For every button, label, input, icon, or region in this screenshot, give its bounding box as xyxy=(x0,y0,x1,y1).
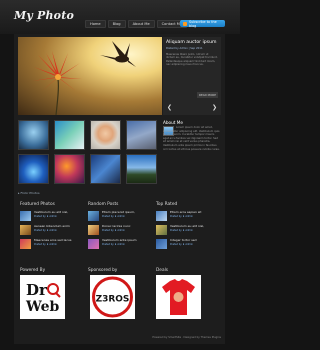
post-thumbnail[interactable] xyxy=(88,211,99,221)
about-me-widget: About Me Lorem ipsum dolor sit amet, con… xyxy=(163,120,221,151)
gallery-thumb-2[interactable] xyxy=(54,120,85,150)
sponsored-by-title: Sponsored by xyxy=(88,268,118,273)
post-meta: Posted by ♦ Admin xyxy=(34,228,57,232)
gallery-thumb-5[interactable] xyxy=(18,154,49,184)
post-thumbnail[interactable] xyxy=(156,211,167,221)
list-item[interactable]: Vestibulum eu elit nisl, Posted by ♦ Adm… xyxy=(156,224,218,236)
list-item[interactable]: Vestibulum ante ipsum Posted by ♦ Admin xyxy=(88,238,150,250)
list-item[interactable]: Integer tortor sed Posted by ♦ Admin xyxy=(156,238,218,250)
post-thumbnail[interactable] xyxy=(88,239,99,249)
post-meta: Posted by ♦ Admin xyxy=(102,228,125,232)
about-text: Lorem ipsum dolor sit amet, consectetur … xyxy=(163,126,220,151)
subscribe-button[interactable]: Subscribe to the blog xyxy=(180,19,225,28)
top-rated-column: Top Rated Etiam eros sapien sit Posted b… xyxy=(156,202,218,253)
prev-arrow-icon[interactable]: ❮ xyxy=(167,105,172,111)
gallery-thumb-4[interactable] xyxy=(126,120,157,150)
post-thumbnail[interactable] xyxy=(20,211,31,221)
slide-title[interactable]: Aliquam auctor ipsum xyxy=(166,40,218,45)
featured-photos-column: Featured Photos Vestibulum eu elit nisl,… xyxy=(20,202,82,253)
post-meta: Posted by ♦ Admin xyxy=(170,214,193,218)
column-title: Random Posts xyxy=(88,202,119,207)
svg-text:Dr: Dr xyxy=(26,281,48,299)
red-tshirt-image xyxy=(162,279,195,315)
gallery-thumb-7[interactable] xyxy=(90,154,121,184)
deal-ad[interactable] xyxy=(156,275,201,319)
list-item[interactable]: Etiam eros sapien sit Posted by ♦ Admin xyxy=(156,210,218,222)
slide-excerpt: Maecenas libero justo, rutrum ut dictum … xyxy=(166,53,218,67)
drweb-ad[interactable]: Dr Web xyxy=(20,275,65,319)
subscribe-label: Subscribe to the blog xyxy=(188,19,217,28)
list-item[interactable]: Etiam placerat ipsum, Posted by ♦ Admin xyxy=(88,210,150,222)
main-nav: Home Blog About Me Contact Me xyxy=(85,20,188,28)
post-thumbnail[interactable] xyxy=(20,225,31,235)
gallery-thumb-6[interactable] xyxy=(54,154,85,184)
post-thumbnail[interactable] xyxy=(20,239,31,249)
list-item[interactable]: Donec lacinia nunc Posted by ♦ Admin xyxy=(88,224,150,236)
powered-by-title: Powered By xyxy=(20,268,46,273)
post-meta: Posted by ♦ Admin xyxy=(34,214,57,218)
slide-meta: Posted by Admin | Sep 2011 xyxy=(166,47,203,50)
footer-credit: Powered by SmartSite · Designed by Theme… xyxy=(152,336,221,339)
svg-text:Web: Web xyxy=(25,299,59,315)
svg-text:Z3ROS: Z3ROS xyxy=(96,295,130,305)
deals-title: Deals xyxy=(156,268,169,273)
about-title: About Me xyxy=(163,120,183,125)
post-meta: Posted by ♦ Admin xyxy=(102,242,125,246)
post-thumbnail[interactable] xyxy=(156,225,167,235)
hummingbird-flower-photo xyxy=(32,41,136,115)
list-item[interactable]: Aenean bibendum enim Posted by ♦ Admin xyxy=(20,224,82,236)
gallery-thumb-1[interactable] xyxy=(18,120,49,150)
next-arrow-icon[interactable]: ❯ xyxy=(212,105,217,111)
rss-icon xyxy=(183,21,187,26)
list-item[interactable]: Vestibulum eu elit nisl, Posted by ♦ Adm… xyxy=(20,210,82,222)
list-item[interactable]: Maecenas eros sed lacus Posted by ♦ Admi… xyxy=(20,238,82,250)
slide-info-panel: Aliquam auctor ipsum Posted by Admin | S… xyxy=(163,37,221,115)
post-meta: Posted by ♦ Admin xyxy=(34,242,57,246)
post-meta: Posted by ♦ Admin xyxy=(170,242,193,246)
drweb-logo-image: Dr Web xyxy=(25,281,61,315)
z3ros-logo-image: Z3ROS xyxy=(92,276,133,318)
post-thumbnail[interactable] xyxy=(156,239,167,249)
post-meta: Posted by ♦ Admin xyxy=(170,228,193,232)
read-more-button[interactable]: READ MORE xyxy=(197,92,218,98)
site-logo[interactable]: My Photo xyxy=(14,9,74,22)
column-title: Featured Photos xyxy=(20,202,55,207)
nav-blog[interactable]: Blog xyxy=(107,20,126,28)
featured-slide-image[interactable] xyxy=(18,37,162,115)
gallery-thumb-3[interactable] xyxy=(90,120,121,150)
post-thumbnail[interactable] xyxy=(88,225,99,235)
column-title: Top Rated xyxy=(156,202,178,207)
z3ros-ad[interactable]: Z3ROS xyxy=(90,275,135,319)
nav-about[interactable]: About Me xyxy=(127,20,155,28)
post-meta: Posted by ♦ Admin xyxy=(102,214,125,218)
gallery-thumb-8[interactable] xyxy=(126,154,157,184)
nav-home[interactable]: Home xyxy=(85,20,106,28)
random-posts-column: Random Posts Etiam placerat ipsum, Poste… xyxy=(88,202,150,253)
gallery-credit[interactable]: ▸ Flickr Photos xyxy=(18,191,40,195)
